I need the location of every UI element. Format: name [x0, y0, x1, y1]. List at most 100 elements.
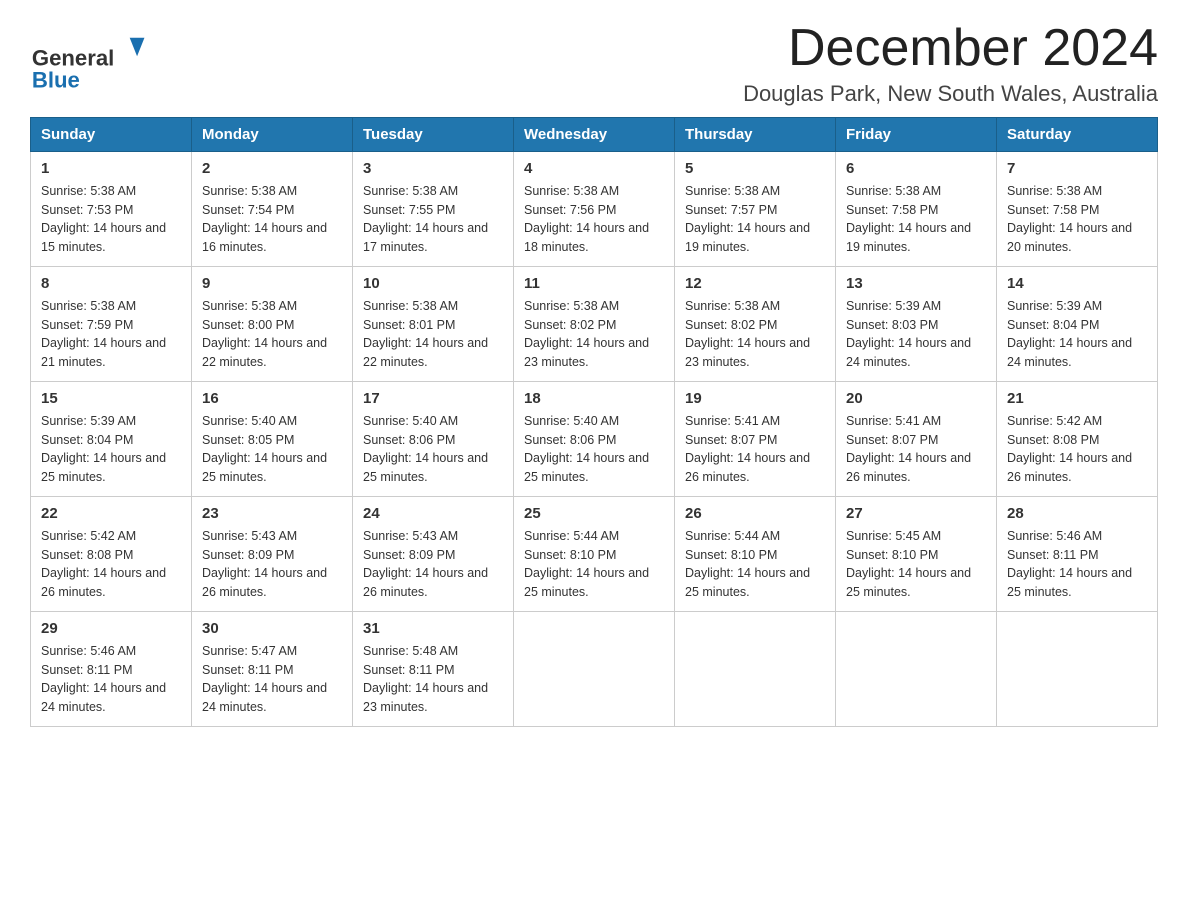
- week-row-5: 29Sunrise: 5:46 AMSunset: 8:11 PMDayligh…: [31, 612, 1158, 727]
- calendar-cell: 26Sunrise: 5:44 AMSunset: 8:10 PMDayligh…: [675, 497, 836, 612]
- daylight-info: Daylight: 14 hours and 19 minutes.: [685, 221, 810, 254]
- calendar-cell: 3 Sunrise: 5:38 AM Sunset: 7:55 PM Daylight…: [353, 152, 514, 267]
- sunrise-info: Sunrise: 5:43 AM: [202, 529, 297, 543]
- daylight-info: Daylight: 14 hours and 24 minutes.: [202, 681, 327, 714]
- day-number: 15: [41, 388, 181, 409]
- calendar-cell: 11Sunrise: 5:38 AMSunset: 8:02 PMDayligh…: [514, 267, 675, 382]
- day-number: 18: [524, 388, 664, 409]
- sunset-info: Sunset: 8:09 PM: [202, 548, 294, 562]
- calendar-cell: 23 Sunrise: 5:43 AM Sunset: 8:09 PM Dayligh…: [192, 497, 353, 612]
- sunrise-info: Sunrise: 5:45 AM: [846, 529, 941, 543]
- calendar-cell: [514, 612, 675, 727]
- day-number: 17: [363, 388, 503, 409]
- calendar-cell: 8Sunrise: 5:38 AMSunset: 7:59 PMDaylight…: [31, 267, 192, 382]
- daylight-info: Daylight: 14 hours and 25 minutes.: [524, 566, 649, 599]
- day-number: 3: [363, 158, 503, 179]
- daylight-info: Daylight: 14 hours and 26 minutes.: [685, 451, 810, 484]
- calendar-cell: 16Sunrise: 5:40 AMSunset: 8:05 PMDayligh…: [192, 382, 353, 497]
- week-row-2: 8Sunrise: 5:38 AMSunset: 7:59 PMDaylight…: [31, 267, 1158, 382]
- sunrise-info: Sunrise: 5:39 AM: [846, 299, 941, 313]
- day-number: 26: [685, 503, 825, 524]
- sunrise-info: Sunrise: 5:40 AM: [363, 414, 458, 428]
- weekday-header-tuesday: Tuesday: [353, 118, 514, 152]
- sunrise-info: Sunrise: 5:38 AM: [363, 299, 458, 313]
- week-row-3: 15 Sunrise: 5:39 AM Sunset: 8:04 PM Dayligh…: [31, 382, 1158, 497]
- sunset-info: Sunset: 7:57 PM: [685, 203, 777, 217]
- calendar-cell: [997, 612, 1158, 727]
- daylight-info: Daylight: 14 hours and 25 minutes.: [41, 451, 166, 484]
- sunrise-info: Sunrise: 5:38 AM: [363, 184, 458, 198]
- day-number: 27: [846, 503, 986, 524]
- day-number: 7: [1007, 158, 1147, 179]
- calendar-table: SundayMondayTuesdayWednesdayThursdayFrid…: [30, 117, 1158, 727]
- sunrise-info: Sunrise: 5:43 AM: [363, 529, 458, 543]
- sunrise-info: Sunrise: 5:39 AM: [1007, 299, 1102, 313]
- daylight-info: Daylight: 14 hours and 17 minutes.: [363, 221, 488, 254]
- calendar-cell: 20Sunrise: 5:41 AMSunset: 8:07 PMDayligh…: [836, 382, 997, 497]
- sunrise-info: Sunrise: 5:42 AM: [1007, 414, 1102, 428]
- weekday-header-sunday: Sunday: [31, 118, 192, 152]
- sunrise-info: Sunrise: 5:42 AM: [41, 529, 136, 543]
- daylight-info: Daylight: 14 hours and 16 minutes.: [202, 221, 327, 254]
- sunset-info: Sunset: 7:58 PM: [846, 203, 938, 217]
- sunset-info: Sunset: 8:10 PM: [524, 548, 616, 562]
- page-header: General Blue December 2024 Douglas Park,…: [30, 20, 1158, 107]
- daylight-info: Daylight: 14 hours and 23 minutes.: [524, 336, 649, 369]
- sunset-info: Sunset: 7:58 PM: [1007, 203, 1099, 217]
- sunrise-info: Sunrise: 5:38 AM: [41, 299, 136, 313]
- daylight-info: Daylight: 14 hours and 25 minutes.: [524, 451, 649, 484]
- sunrise-info: Sunrise: 5:48 AM: [363, 644, 458, 658]
- location-subtitle: Douglas Park, New South Wales, Australia: [743, 81, 1158, 107]
- day-number: 4: [524, 158, 664, 179]
- sunset-info: Sunset: 8:10 PM: [846, 548, 938, 562]
- day-number: 28: [1007, 503, 1147, 524]
- calendar-cell: 7Sunrise: 5:38 AMSunset: 7:58 PMDaylight…: [997, 152, 1158, 267]
- sunset-info: Sunset: 7:55 PM: [363, 203, 455, 217]
- day-number: 23: [202, 503, 342, 524]
- sunset-info: Sunset: 7:54 PM: [202, 203, 294, 217]
- weekday-header-saturday: Saturday: [997, 118, 1158, 152]
- sunrise-info: Sunrise: 5:38 AM: [685, 184, 780, 198]
- sunset-info: Sunset: 7:56 PM: [524, 203, 616, 217]
- day-number: 31: [363, 618, 503, 639]
- calendar-cell: 19Sunrise: 5:41 AMSunset: 8:07 PMDayligh…: [675, 382, 836, 497]
- daylight-info: Daylight: 14 hours and 26 minutes.: [1007, 451, 1132, 484]
- calendar-cell: 1Sunrise: 5:38 AMSunset: 7:53 PMDaylight…: [31, 152, 192, 267]
- day-number: 14: [1007, 273, 1147, 294]
- day-number: 6: [846, 158, 986, 179]
- sunrise-info: Sunrise: 5:38 AM: [846, 184, 941, 198]
- calendar-cell: 14Sunrise: 5:39 AMSunset: 8:04 PMDayligh…: [997, 267, 1158, 382]
- calendar-cell: 30Sunrise: 5:47 AMSunset: 8:11 PMDayligh…: [192, 612, 353, 727]
- sunrise-info: Sunrise: 5:46 AM: [1007, 529, 1102, 543]
- daylight-info: Daylight: 14 hours and 26 minutes.: [202, 566, 327, 599]
- calendar-cell: 15 Sunrise: 5:39 AM Sunset: 8:04 PM Dayligh…: [31, 382, 192, 497]
- daylight-info: Daylight: 14 hours and 25 minutes.: [1007, 566, 1132, 599]
- day-number: 20: [846, 388, 986, 409]
- calendar-cell: 21Sunrise: 5:42 AMSunset: 8:08 PMDayligh…: [997, 382, 1158, 497]
- daylight-info: Daylight: 14 hours and 26 minutes.: [41, 566, 166, 599]
- calendar-cell: 24Sunrise: 5:43 AMSunset: 8:09 PMDayligh…: [353, 497, 514, 612]
- sunrise-info: Sunrise: 5:39 AM: [41, 414, 136, 428]
- day-number: 13: [846, 273, 986, 294]
- day-number: 9: [202, 273, 342, 294]
- day-number: 16: [202, 388, 342, 409]
- sunset-info: Sunset: 8:04 PM: [41, 433, 133, 447]
- sunset-info: Sunset: 8:00 PM: [202, 318, 294, 332]
- daylight-info: Daylight: 14 hours and 25 minutes.: [363, 451, 488, 484]
- daylight-info: Daylight: 14 hours and 21 minutes.: [41, 336, 166, 369]
- calendar-cell: [675, 612, 836, 727]
- daylight-info: Daylight: 14 hours and 22 minutes.: [363, 336, 488, 369]
- sunset-info: Sunset: 8:03 PM: [846, 318, 938, 332]
- calendar-cell: 13Sunrise: 5:39 AMSunset: 8:03 PMDayligh…: [836, 267, 997, 382]
- sunset-info: Sunset: 8:02 PM: [524, 318, 616, 332]
- calendar-cell: 31Sunrise: 5:48 AMSunset: 8:11 PMDayligh…: [353, 612, 514, 727]
- calendar-cell: 9Sunrise: 5:38 AMSunset: 8:00 PMDaylight…: [192, 267, 353, 382]
- sunset-info: Sunset: 8:02 PM: [685, 318, 777, 332]
- calendar-cell: [836, 612, 997, 727]
- daylight-info: Daylight: 14 hours and 19 minutes.: [846, 221, 971, 254]
- calendar-cell: 6 Sunrise: 5:38 AM Sunset: 7:58 PM Daylight…: [836, 152, 997, 267]
- weekday-header-monday: Monday: [192, 118, 353, 152]
- day-number: 29: [41, 618, 181, 639]
- sunset-info: Sunset: 8:07 PM: [685, 433, 777, 447]
- sunrise-info: Sunrise: 5:40 AM: [202, 414, 297, 428]
